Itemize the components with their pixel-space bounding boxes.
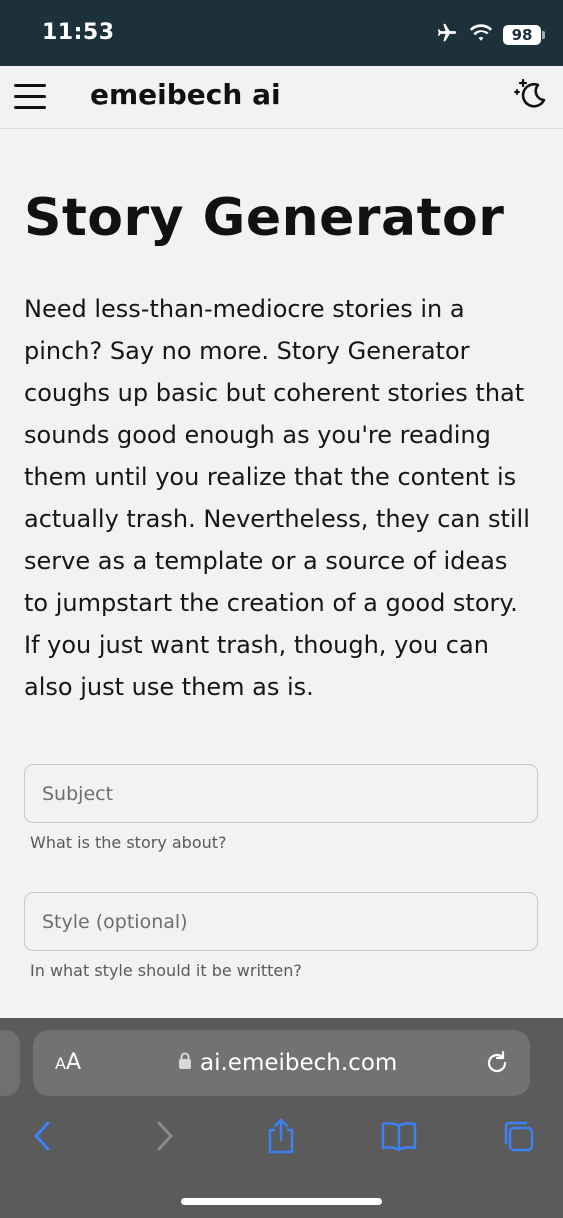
browser-toolbar xyxy=(0,1114,563,1158)
status-icons: 98 xyxy=(435,22,545,48)
status-bar: 11:53 98 xyxy=(0,0,563,66)
style-helper-text: In what style should it be written? xyxy=(30,961,302,980)
app-header: emeibech ai xyxy=(0,66,563,129)
back-icon[interactable] xyxy=(21,1114,65,1158)
reader-settings-button[interactable]: AA xyxy=(55,1050,81,1075)
brand-logo[interactable]: emeibech ai xyxy=(90,78,281,111)
airplane-icon xyxy=(435,22,459,48)
reload-icon[interactable] xyxy=(484,1050,510,1076)
share-icon[interactable] xyxy=(259,1114,303,1158)
style-field-group: In what style should it be written? xyxy=(24,892,538,980)
address-bar[interactable]: AA ai.emeibech.com xyxy=(33,1030,530,1096)
lock-icon xyxy=(178,1052,192,1074)
home-indicator xyxy=(181,1198,382,1205)
page-title: Story Generator xyxy=(24,188,505,248)
style-input[interactable] xyxy=(24,892,538,951)
wifi-icon xyxy=(469,23,493,47)
url-display[interactable]: ai.emeibech.com xyxy=(178,1050,397,1076)
hamburger-menu-icon[interactable] xyxy=(14,84,46,110)
tabs-icon[interactable] xyxy=(496,1114,540,1158)
subject-field-group: What is the story about? xyxy=(24,764,538,852)
url-text: ai.emeibech.com xyxy=(200,1050,398,1076)
subject-input[interactable] xyxy=(24,764,538,823)
forward-icon[interactable] xyxy=(142,1114,186,1158)
battery-icon: 98 xyxy=(503,25,545,45)
intro-paragraph: Need less-than-mediocre stories in a pin… xyxy=(24,295,530,701)
previous-tab-peek[interactable] xyxy=(0,1030,20,1096)
main-content: Story Generator Need less-than-mediocre … xyxy=(24,128,544,980)
bookmarks-icon[interactable] xyxy=(377,1114,421,1158)
status-time: 11:53 xyxy=(42,20,115,45)
subject-helper-text: What is the story about? xyxy=(30,833,227,852)
browser-chrome: AA ai.emeibech.com xyxy=(0,1018,563,1218)
moon-stars-icon[interactable] xyxy=(511,76,549,114)
